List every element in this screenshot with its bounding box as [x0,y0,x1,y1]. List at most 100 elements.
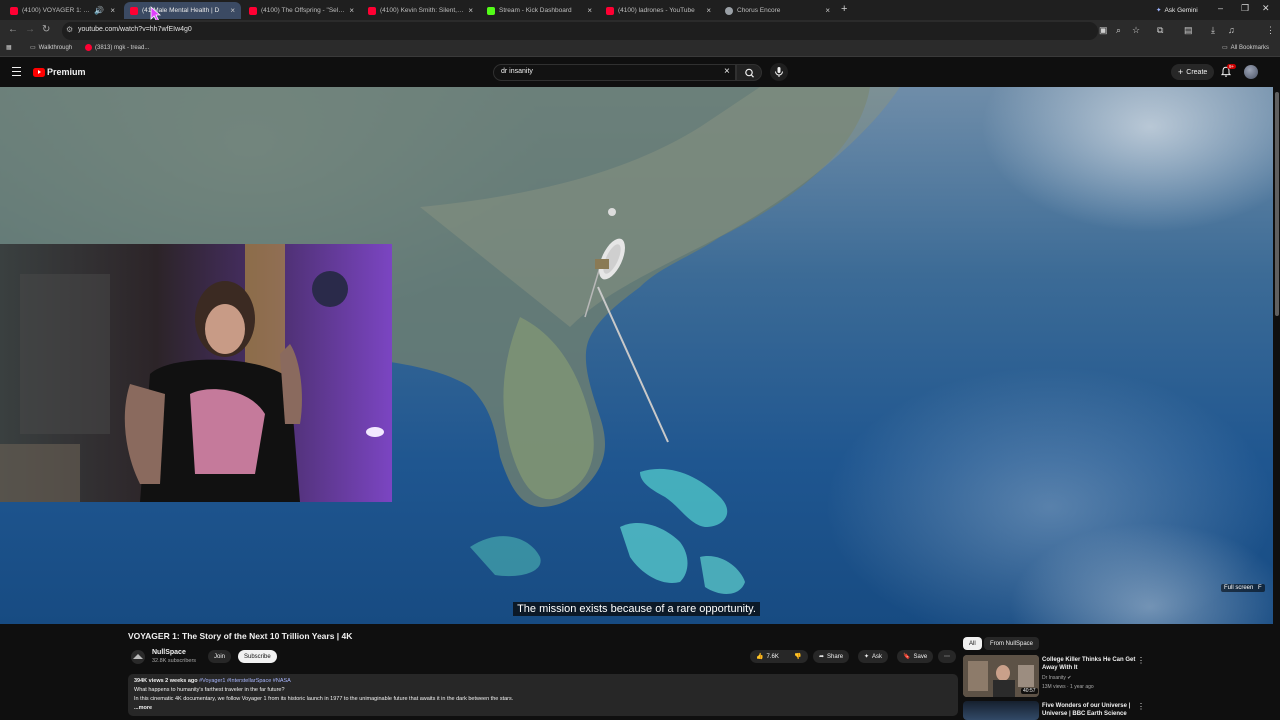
like-button[interactable]: 👍 7.6K [750,650,788,663]
more-vertical-icon[interactable]: ⋮ [1137,656,1145,665]
thumbs-down-icon: 👎 [794,654,802,660]
sparkle-icon: ✦ [864,654,870,660]
new-tab-button[interactable]: + [841,3,847,15]
join-button[interactable]: Join [208,650,232,663]
search-button[interactable] [736,64,762,81]
browser-tab[interactable]: (4100) ladrones - YouTube × [600,2,717,19]
youtube-premium-logo[interactable]: Premium [33,67,86,77]
create-button[interactable]: + Create [1171,64,1215,80]
browser-tab[interactable]: (4100) The Offspring - "Self Est × [243,2,360,19]
ask-button[interactable]: ✦ Ask [858,650,889,663]
search-query-text: dr insanity [501,68,533,75]
channel-avatar[interactable] [131,650,145,664]
extensions-icon[interactable]: ⧉ [1157,25,1163,36]
browser-tab[interactable]: (4100) Kevin Smith: Silent, But × [362,2,479,19]
notification-badge: 9+ [1227,64,1237,69]
close-window-icon[interactable]: ✕ [1262,3,1270,14]
minimize-window-icon[interactable]: – [1218,3,1223,13]
create-label: Create [1186,68,1208,76]
youtube-logo-icon [33,67,45,77]
reload-icon[interactable]: ↻ [42,24,50,35]
more-horizontal-icon: ⋯ [944,654,950,660]
clear-search-icon[interactable]: × [724,66,730,77]
save-button[interactable]: 🔖 Save [897,650,934,663]
bookmark-star-icon[interactable]: ☆ [1132,25,1140,36]
description-box[interactable]: 394K views 2 weeks ago #Voyager1 #Inters… [128,674,958,716]
plus-icon: + [1178,67,1184,77]
verified-check-icon: ✔ [1067,675,1072,681]
folder-icon: ▭ [1222,45,1228,51]
subscriber-count: 32.8K subscribers [152,658,197,664]
tab-title: (4100) Kevin Smith: Silent, But [380,7,465,14]
forward-icon[interactable]: → [25,24,35,35]
youtube-masthead: Premium dr insanity × + Create 9+ [0,58,1280,87]
more-actions-button[interactable]: ⋯ [938,650,956,663]
tab-close-icon[interactable]: × [825,6,830,15]
download-icon[interactable]: ⤓ [1211,25,1215,36]
menu-icon[interactable] [12,67,21,76]
ask-gemini-button[interactable]: ✦ Ask Gemini [1150,3,1204,17]
logo-text: Premium [47,67,86,77]
back-icon[interactable]: ← [8,24,18,35]
browser-menu-icon[interactable]: ⋮ [1266,25,1275,36]
tab-close-icon[interactable]: × [110,6,115,15]
subscribe-button[interactable]: Subscribe [238,650,277,663]
channel-logo-icon [133,654,143,659]
recommendation-title[interactable]: Five Wonders of our Universe | Universe … [1042,702,1138,718]
recommendation-channel[interactable]: Dr Insanity ✔ [1042,675,1072,681]
site-info-icon[interactable]: ⚙ [66,25,73,34]
views-and-date: 394K views 2 weeks ago [134,678,198,684]
install-app-icon[interactable]: ▣ [1099,25,1108,36]
scrollbar-thumb[interactable] [1275,92,1279,316]
sidepanel-icon[interactable]: ▤ [1184,25,1193,36]
tab-audio-icon: 🔊 [94,6,105,15]
search-icon [745,68,754,78]
media-controls-icon[interactable]: ♫ [1228,25,1235,35]
ask-label: Ask [872,653,883,660]
youtube-favicon-icon [85,44,92,51]
bookmark-walkthrough[interactable]: ▭ Walkthrough [30,44,72,52]
account-avatar[interactable] [1244,65,1258,79]
more-vertical-icon[interactable]: ⋮ [1137,702,1145,711]
bookmark-mgk[interactable]: (3813) mgk - tread... [85,44,149,51]
browser-tab[interactable]: Stream - Kick Dashboard × [481,2,598,19]
browser-tab[interactable]: (4100) VOYAGER 1: The Sto 🔊 × [4,2,121,19]
tab-title: (4100) ladrones - YouTube [618,7,695,14]
video-caption: The mission exists because of a rare opp… [0,599,1273,617]
channel-name: Dr Insanity [1042,675,1066,681]
hashtags[interactable]: #Voyager1 #InterstellarSpace #NASA [199,678,291,684]
voice-search-button[interactable] [770,63,788,81]
like-count: 7.6K [766,653,779,660]
tab-close-icon[interactable]: × [349,6,354,15]
recommendation-thumbnail[interactable] [963,701,1039,720]
youtube-favicon-icon [130,6,138,15]
all-bookmarks-button[interactable]: ▭ All Bookmarks [1222,44,1269,52]
tab-close-icon[interactable]: × [706,6,711,15]
description-line: In this cinematic 4K documentary, we fol… [134,696,514,702]
show-more-link[interactable]: ...more [134,705,152,711]
share-button[interactable]: ➦ Share [813,650,850,663]
channel-name[interactable]: NullSpace [152,649,186,656]
search-input[interactable]: dr insanity × [493,64,736,81]
ask-gemini-label: Ask Gemini [1164,6,1198,14]
youtube-favicon-icon [368,6,376,15]
recommendation-title[interactable]: College Killer Thinks He Can Get Away Wi… [1042,656,1138,672]
caption-text: The mission exists because of a rare opp… [513,602,760,616]
chip-all[interactable]: All [963,637,982,650]
address-bar[interactable]: ⚙ youtube.com/watch?v=hh7wfEIw4g0 [62,22,1098,40]
tab-close-icon[interactable]: × [468,6,473,15]
recommendation-meta: 13M views · 1 year ago [1042,684,1094,690]
restore-window-icon[interactable]: ❐ [1241,3,1249,14]
tab-close-icon[interactable]: × [587,6,592,15]
apps-grid-icon[interactable]: ▦ [6,44,12,51]
chip-from-nullspace[interactable]: From NullSpace [984,637,1040,650]
browser-tab[interactable]: Chorus Encore × [719,2,836,19]
browser-tab-active[interactable]: (41 Male Mental Health | D × [124,2,241,19]
dislike-button[interactable]: 👎 [788,650,808,663]
tab-title: Chorus Encore [737,7,781,14]
fullscreen-hint-label: Full screen [1224,585,1254,591]
tab-close-icon[interactable]: × [230,6,235,15]
video-title: VOYAGER 1: The Story of the Next 10 Tril… [128,631,353,641]
video-player[interactable]: The mission exists because of a rare opp… [0,87,1273,624]
zoom-icon[interactable]: ⌕ [1116,25,1121,36]
